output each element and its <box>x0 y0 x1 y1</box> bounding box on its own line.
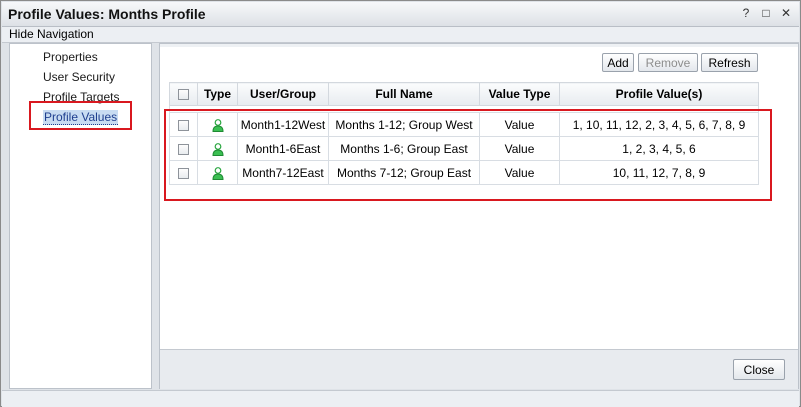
close-icon[interactable]: ✕ <box>779 6 793 20</box>
column-header-value-type[interactable]: Value Type <box>479 82 560 106</box>
remove-button[interactable]: Remove <box>638 53 698 72</box>
select-all-checkbox[interactable] <box>178 89 189 101</box>
navigation-toggle-bar: Hide Navigation <box>2 27 799 43</box>
nav-item-user-security[interactable]: User Security <box>43 70 115 84</box>
refresh-button[interactable]: Refresh <box>701 53 758 72</box>
column-header-user-group[interactable]: User/Group <box>237 82 329 106</box>
dialog-title: Profile Values: Months Profile <box>8 6 206 22</box>
nav-highlight-box <box>29 101 132 130</box>
close-button[interactable]: Close <box>733 359 785 380</box>
rows-highlight-box <box>164 109 772 201</box>
column-header-profile-values[interactable]: Profile Value(s) <box>559 82 759 106</box>
help-icon[interactable]: ? <box>739 6 753 20</box>
column-header-type[interactable]: Type <box>197 82 238 106</box>
profile-values-dialog: Profile Values: Months Profile ? □ ✕ Hid… <box>0 0 801 407</box>
column-header-full-name[interactable]: Full Name <box>328 82 480 106</box>
title-bar[interactable]: Profile Values: Months Profile ? □ ✕ <box>2 2 799 27</box>
hide-navigation-link[interactable]: Hide Navigation <box>9 27 94 41</box>
add-button[interactable]: Add <box>602 53 634 72</box>
maximize-icon[interactable]: □ <box>759 6 773 20</box>
table-header-row: Type User/Group Full Name Value Type Pro… <box>169 82 759 106</box>
dialog-footer: Close <box>160 349 798 389</box>
select-all-header[interactable] <box>169 82 198 106</box>
navigation-panel: Properties User Security Profile Targets… <box>9 43 152 389</box>
panel-top-strip <box>160 44 798 47</box>
status-bar <box>2 390 799 407</box>
nav-item-properties[interactable]: Properties <box>43 50 98 64</box>
window-controls: ? □ ✕ <box>739 6 793 20</box>
profile-values-panel: Add Remove Refresh Type User/Group Full … <box>159 43 799 389</box>
